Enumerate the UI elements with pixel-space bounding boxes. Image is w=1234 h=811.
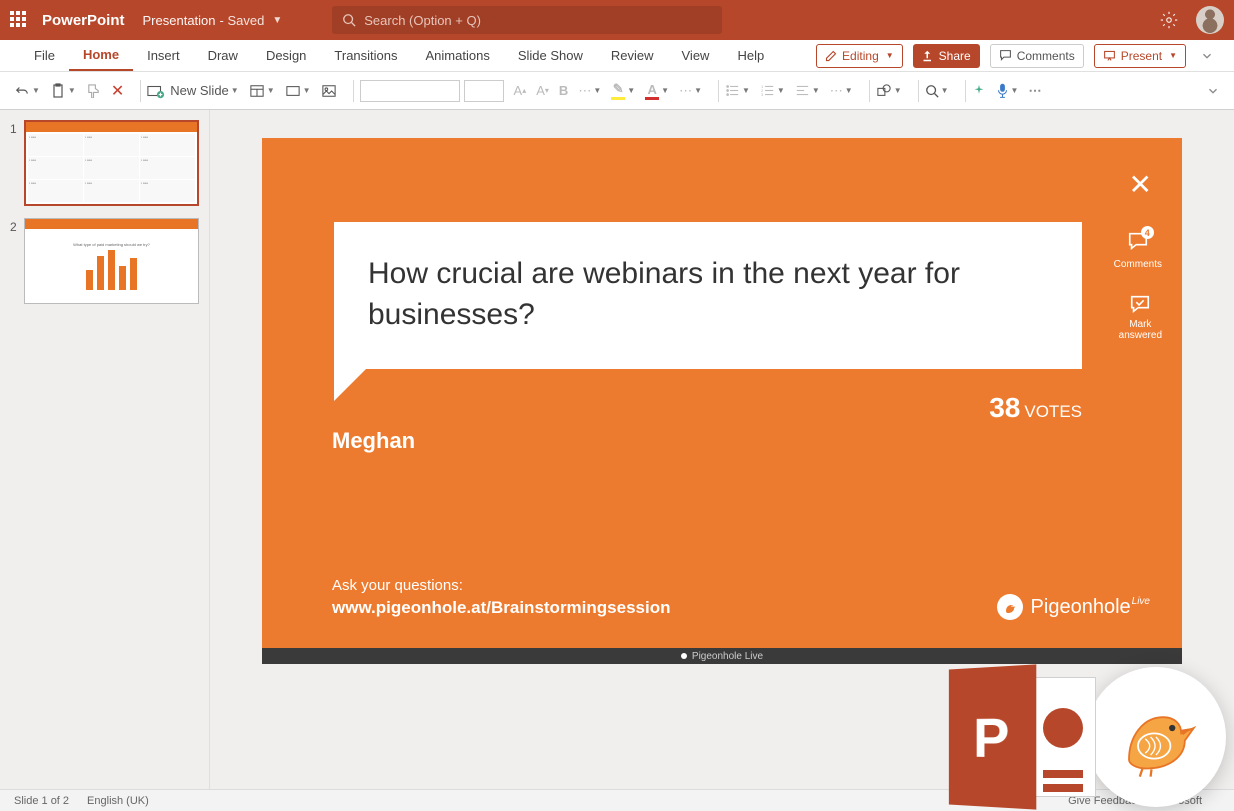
tab-home[interactable]: Home — [69, 40, 133, 71]
asker-name: Meghan — [332, 428, 415, 454]
new-slide-icon — [147, 83, 165, 99]
photo-button[interactable] — [321, 84, 337, 98]
app-name: PowerPoint — [42, 12, 125, 29]
question-text: How crucial are webinars in the next yea… — [368, 257, 960, 331]
pigeon-icon — [997, 594, 1023, 620]
check-bubble-icon — [1128, 293, 1152, 315]
chevron-down-icon[interactable]: ▼ — [272, 15, 282, 26]
format-painter-button[interactable] — [86, 83, 101, 98]
pigeonhole-logo: PigeonholeLive — [997, 594, 1150, 620]
chevron-down-icon: ▼ — [886, 51, 894, 60]
close-icon[interactable]: ✕ — [1129, 168, 1152, 201]
question-bubble: How crucial are webinars in the next yea… — [334, 222, 1082, 369]
chevron-down-icon: ▼ — [1169, 51, 1177, 60]
highlight-color-button[interactable]: ✎▼ — [611, 81, 635, 100]
tab-view[interactable]: View — [668, 40, 724, 71]
mark-answered-button[interactable]: Mark answered — [1119, 293, 1162, 341]
dictate-button[interactable]: ▼ — [996, 83, 1019, 99]
bold-button[interactable]: B — [559, 83, 568, 98]
powerpoint-letter: P — [949, 664, 1036, 809]
font-size-select[interactable] — [464, 80, 504, 102]
pencil-icon — [825, 50, 837, 62]
tab-file[interactable]: File — [20, 40, 69, 71]
tab-review[interactable]: Review — [597, 40, 668, 71]
comment-icon — [999, 49, 1012, 62]
powerpoint-badge: P — [946, 667, 1096, 807]
slide-comments-button[interactable]: 4 Comments — [1114, 230, 1162, 270]
chevron-down-icon[interactable] — [1200, 49, 1214, 63]
svg-text:3: 3 — [761, 92, 764, 97]
vote-count: 38VOTES — [989, 392, 1082, 424]
title-bar: PowerPoint Presentation - Saved ▼ Search… — [0, 0, 1234, 40]
thumbnail-number: 2 — [10, 218, 24, 304]
slide-thumbnail-panel: 1 ▪ aaa▪ aaa▪ aaa ▪ aaa▪ aaa▪ aaa ▪ aaa▪… — [0, 110, 210, 789]
ribbon-toolbar: ▼ ▼ ✕ New Slide▼ ▼ ▼ A▴ A▾ B ⋯▼ ✎▼ A▼ ⋯▼… — [0, 72, 1234, 110]
bullets-button[interactable]: ▼ — [725, 84, 750, 97]
tab-insert[interactable]: Insert — [133, 40, 194, 71]
app-launcher-icon[interactable] — [10, 11, 28, 29]
designer-button[interactable] — [972, 84, 986, 98]
more-para-button[interactable]: ⋯▼ — [830, 83, 853, 99]
clear-format-button[interactable]: ⋯▼ — [679, 83, 702, 99]
pigeon-icon — [1111, 692, 1201, 782]
editing-mode-button[interactable]: Editing▼ — [816, 44, 903, 68]
share-button[interactable]: Share — [913, 44, 980, 68]
doc-saved-status: - Saved — [220, 13, 265, 28]
thumbnail-row: 2 What type of paid marketing should we … — [10, 218, 199, 304]
present-icon — [1103, 49, 1116, 62]
status-dot-icon — [681, 653, 687, 659]
addin-bar: Pigeonhole Live — [262, 648, 1182, 664]
increase-font-button[interactable]: A▴ — [514, 83, 527, 98]
language-indicator[interactable]: English (UK) — [87, 795, 149, 807]
thumbnail-number: 1 — [10, 120, 24, 206]
ask-footer: Ask your questions: www.pigeonhole.at/Br… — [332, 577, 670, 618]
decrease-font-button[interactable]: A▾ — [536, 83, 549, 98]
overlay-badges: P — [946, 667, 1226, 807]
align-button[interactable]: ▼ — [795, 84, 820, 97]
ask-url: www.pigeonhole.at/Brainstormingsession — [332, 598, 670, 618]
thumbnail-row: 1 ▪ aaa▪ aaa▪ aaa ▪ aaa▪ aaa▪ aaa ▪ aaa▪… — [10, 120, 199, 206]
section-button[interactable]: ▼ — [285, 84, 311, 98]
search-placeholder: Search (Option + Q) — [364, 13, 481, 28]
present-button[interactable]: Present ▼ — [1094, 44, 1186, 68]
tab-design[interactable]: Design — [252, 40, 320, 71]
tab-draw[interactable]: Draw — [194, 40, 252, 71]
slide-thumbnail-1[interactable]: ▪ aaa▪ aaa▪ aaa ▪ aaa▪ aaa▪ aaa ▪ aaa▪ a… — [24, 120, 199, 206]
search-input[interactable]: Search (Option + Q) — [332, 6, 722, 34]
tab-animations[interactable]: Animations — [412, 40, 504, 71]
comment-count-badge: 4 — [1141, 226, 1154, 239]
undo-button[interactable]: ▼ — [14, 84, 40, 98]
tab-transitions[interactable]: Transitions — [320, 40, 411, 71]
more-button[interactable]: ⋯ — [1028, 83, 1041, 99]
ribbon-tabs: File Home Insert Draw Design Transitions… — [0, 40, 1234, 72]
pigeonhole-badge — [1086, 667, 1226, 807]
chevron-down-icon[interactable] — [1206, 84, 1220, 98]
numbering-button[interactable]: 123▼ — [760, 84, 785, 97]
tab-help[interactable]: Help — [723, 40, 778, 71]
search-icon — [342, 13, 356, 27]
slide-counter[interactable]: Slide 1 of 2 — [14, 795, 69, 807]
more-font-button[interactable]: ⋯▼ — [578, 83, 601, 99]
share-icon — [922, 50, 934, 62]
delete-button[interactable]: ✕ — [111, 81, 124, 101]
shapes-button[interactable]: ▼ — [876, 84, 902, 98]
font-family-select[interactable] — [360, 80, 460, 102]
layout-button[interactable]: ▼ — [249, 84, 275, 98]
user-avatar[interactable] — [1196, 6, 1224, 34]
find-button[interactable]: ▼ — [925, 84, 949, 98]
comments-button[interactable]: Comments — [990, 44, 1084, 68]
tab-slideshow[interactable]: Slide Show — [504, 40, 597, 71]
slide-thumbnail-2[interactable]: What type of paid marketing should we tr… — [24, 218, 199, 304]
new-slide-button[interactable]: New Slide▼ — [147, 83, 238, 99]
slide[interactable]: ✕ 4 Comments Mark answered How crucial a… — [262, 138, 1182, 648]
paste-button[interactable]: ▼ — [50, 83, 76, 99]
doc-title[interactable]: Presentation — [143, 13, 216, 28]
font-color-button[interactable]: A▼ — [645, 82, 669, 100]
gear-icon[interactable] — [1160, 11, 1178, 29]
